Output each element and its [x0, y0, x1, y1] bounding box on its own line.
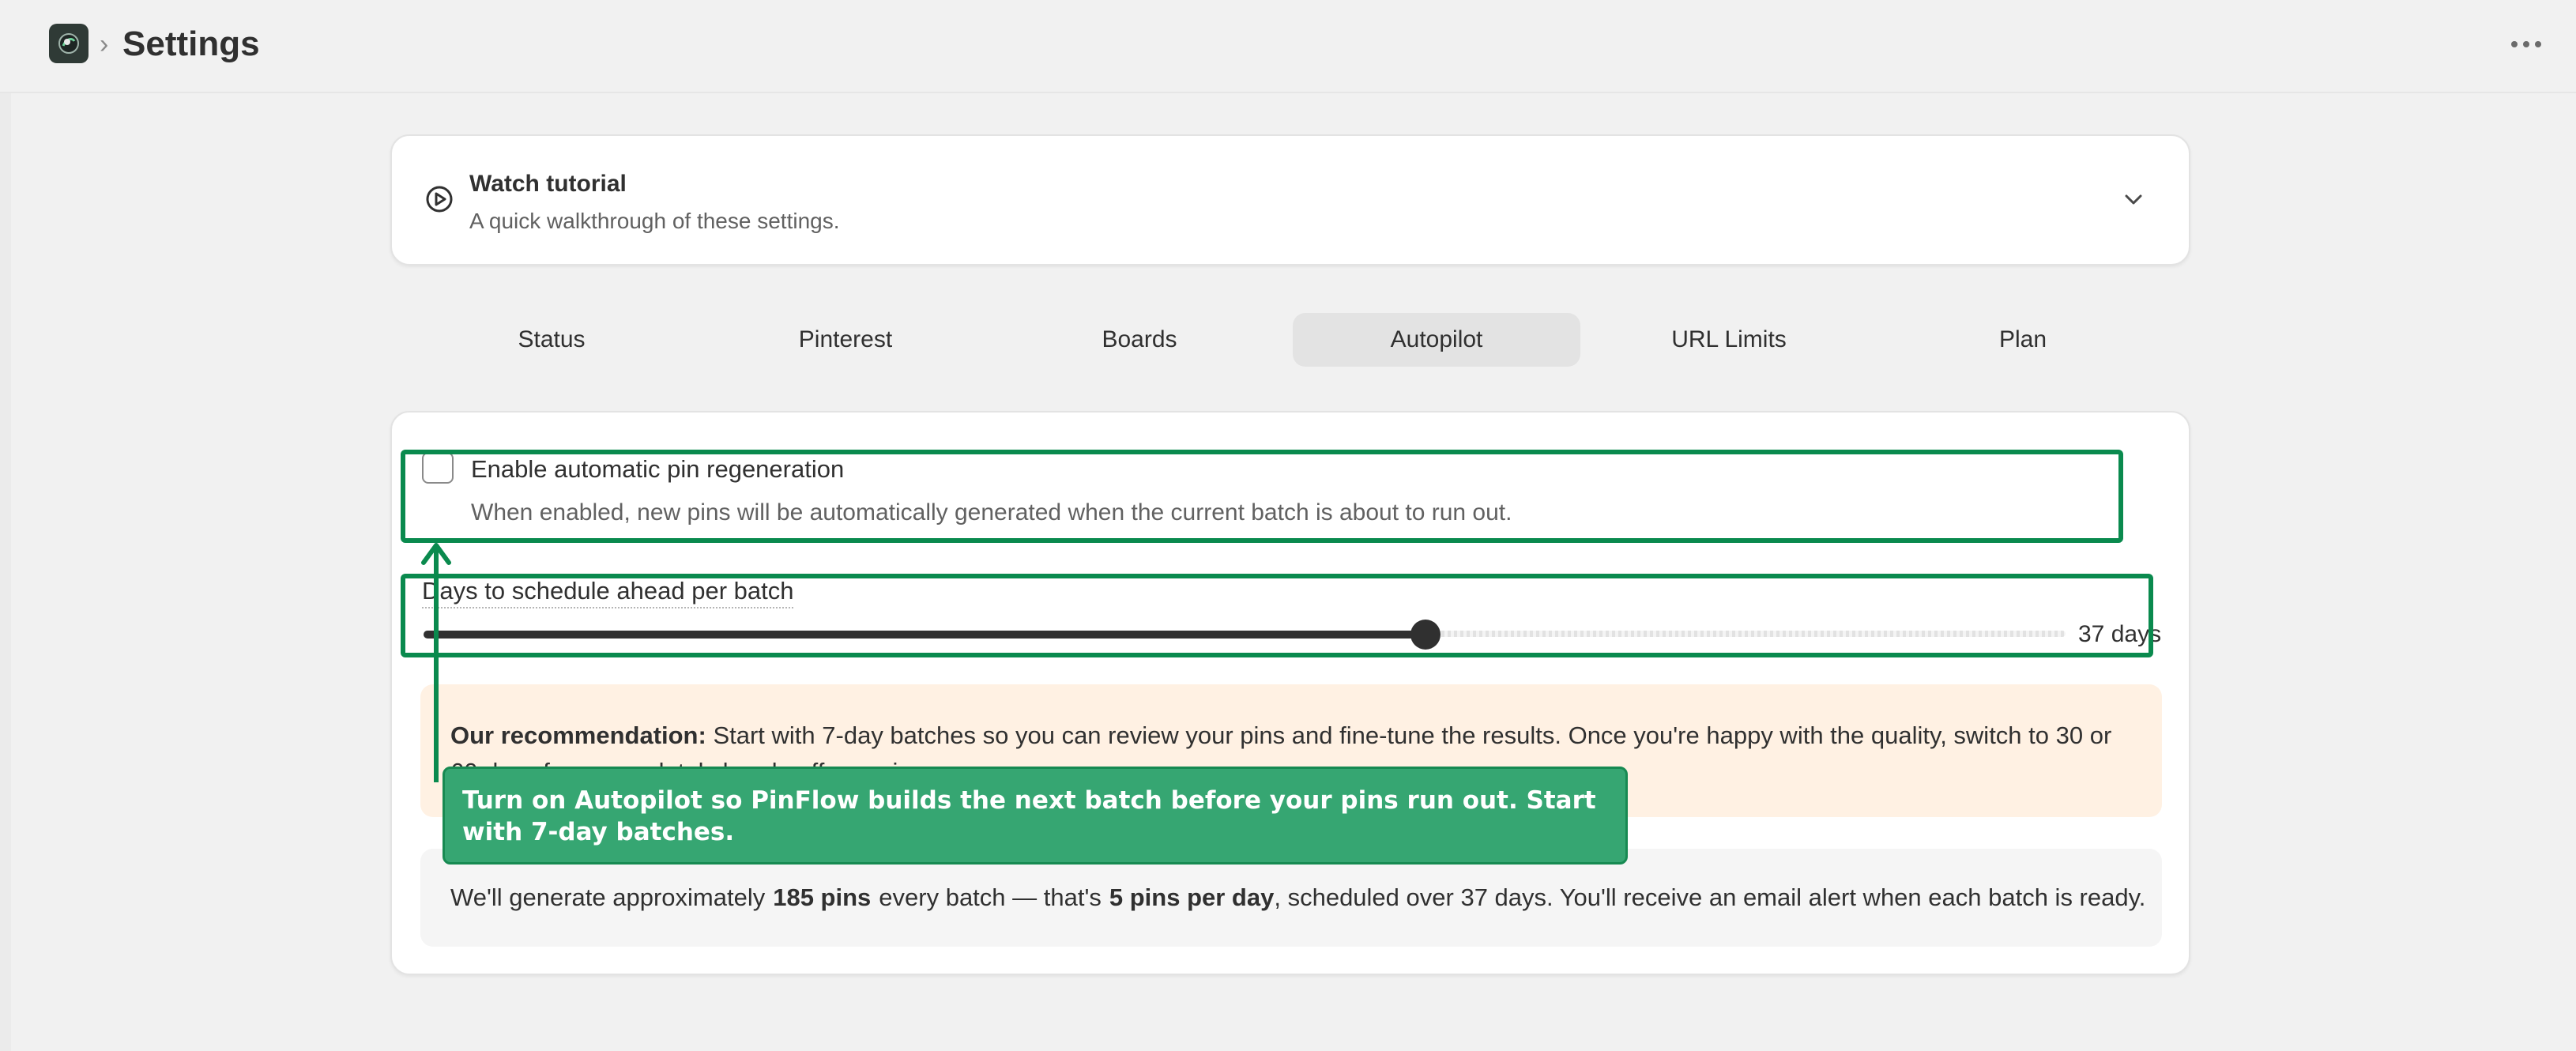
highlight-slider-section — [401, 574, 2153, 657]
summary-pins-per-batch: 185 pins — [773, 883, 872, 911]
tab-url-limits[interactable]: URL Limits — [1585, 313, 1873, 367]
highlight-checkbox-section — [401, 450, 2123, 543]
tutorial-title: Watch tutorial — [469, 171, 627, 197]
page-title: Settings — [122, 24, 260, 63]
play-circle-icon — [426, 186, 453, 213]
summary-pins-per-day: 5 pins per day — [1109, 883, 1275, 911]
tab-plan[interactable]: Plan — [1879, 313, 2167, 367]
tab-boards[interactable]: Boards — [996, 313, 1283, 367]
more-actions-button[interactable] — [2505, 27, 2548, 62]
annotation-arrow-icon — [421, 543, 451, 782]
settings-tabs: Status Pinterest Boards Autopilot URL Li… — [261, 313, 2315, 367]
tab-status[interactable]: Status — [408, 313, 695, 367]
sidebar-edge — [0, 93, 11, 1051]
summary-text-2: every batch — that's — [879, 883, 1102, 911]
summary-text-3: , scheduled over 37 days. You'll receive… — [1274, 883, 2146, 911]
tab-pinterest[interactable]: Pinterest — [702, 313, 989, 367]
tab-autopilot[interactable]: Autopilot — [1293, 313, 1580, 367]
more-horizontal-icon — [2511, 41, 2518, 47]
app-logo-icon[interactable] — [49, 24, 89, 63]
tutorial-subtitle: A quick walkthrough of these settings. — [469, 209, 840, 233]
tutorial-card[interactable]: Watch tutorial A quick walkthrough of th… — [390, 134, 2190, 266]
annotation-callout: Turn on Autopilot so PinFlow builds the … — [443, 767, 1628, 865]
recommendation-heading: Our recommendation: — [450, 721, 706, 749]
summary-text-1: We'll generate approximately — [450, 883, 766, 911]
top-bar: › Settings — [0, 0, 2576, 93]
breadcrumb-chevron-icon: › — [100, 29, 109, 59]
chevron-down-icon[interactable] — [2119, 185, 2148, 213]
